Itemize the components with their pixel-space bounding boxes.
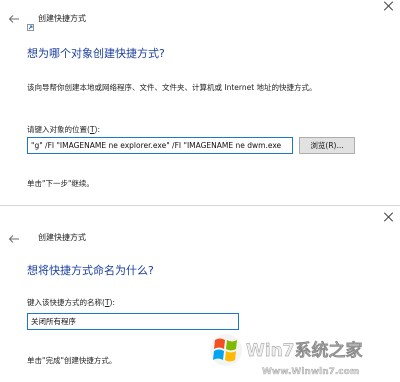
shortcut-wizard-location-step: 创建快捷方式 想为哪个对象创建快捷方式? 该向导帮你创建本地或网络程序、文件、文… (0, 0, 400, 205)
page-heading: 想为哪个对象创建快捷方式? (27, 47, 165, 60)
name-label-prefix: 键入该快捷方式的名称( (27, 298, 105, 307)
back-arrow-icon[interactable] (8, 234, 20, 244)
name-label-suffix: ): (109, 298, 115, 307)
location-input[interactable]: "g" /FI "IMAGENAME ne explorer.exe" /FI … (27, 137, 293, 154)
site-watermark-logo: Win7系统之家 Www.Winwin7.com (204, 318, 396, 380)
location-label-prefix: 请键入对象的位置( (27, 125, 90, 134)
close-icon[interactable] (384, 212, 394, 222)
location-label-suffix: ): (94, 125, 100, 134)
finish-hint-text: 单击"完成"创建快捷方式。 (27, 356, 117, 365)
watermark-url: Www.Winwin7.com (262, 367, 359, 377)
back-arrow-icon[interactable] (8, 14, 20, 24)
browse-button[interactable]: 浏览(R)... (299, 137, 355, 154)
watermark-brand: Win7系统之家 (246, 340, 363, 361)
close-icon[interactable] (384, 1, 394, 11)
location-field-label: 请键入对象的位置(T): (27, 124, 100, 135)
window-title: 创建快捷方式 (38, 14, 86, 23)
shortcut-app-icon (27, 16, 34, 31)
page-heading: 想将快捷方式命名为什么? (27, 264, 154, 277)
window-title: 创建快捷方式 (38, 233, 86, 242)
shortcut-name-field-label: 键入该快捷方式的名称(T): (27, 297, 115, 308)
wizard-description: 该向导帮你创建本地或网络程序、文件、文件夹、计算机或 Internet 地址的快… (27, 83, 317, 92)
next-hint-text: 单击"下一步"继续。 (27, 179, 94, 188)
